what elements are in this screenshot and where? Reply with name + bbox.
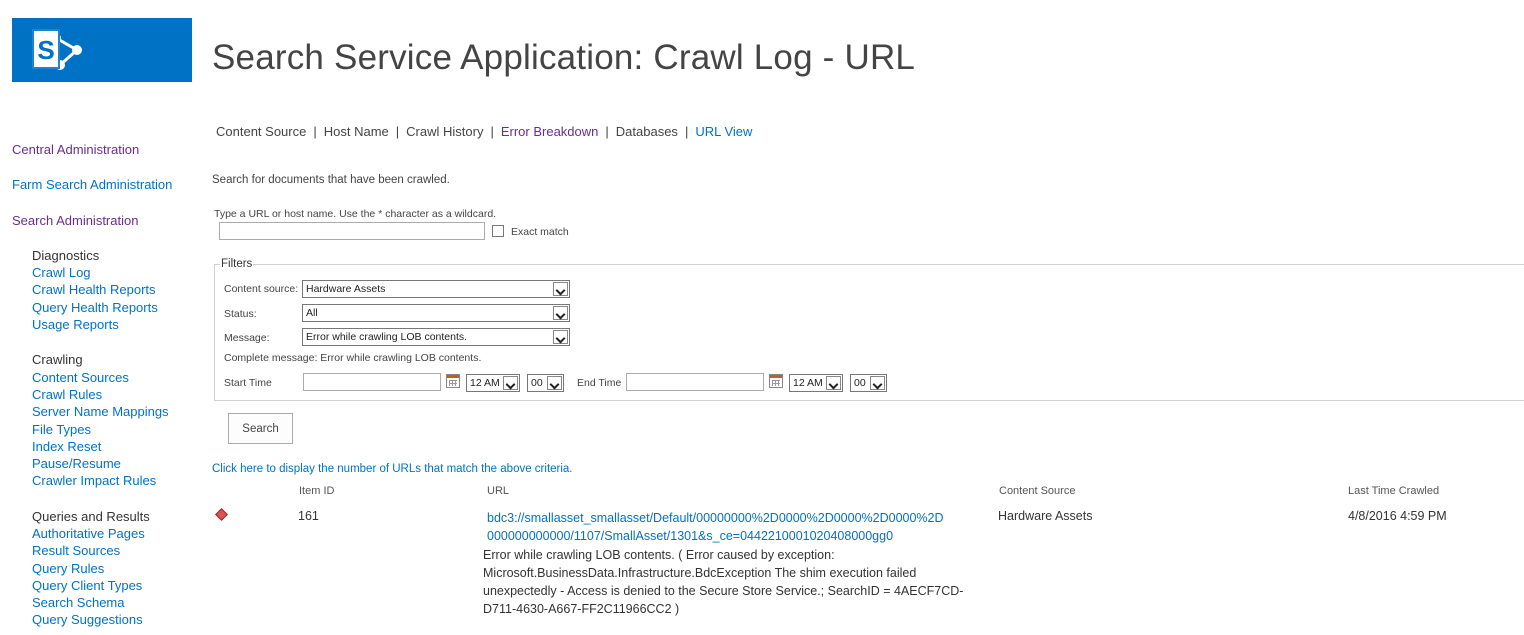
exact-match-checkbox[interactable] [492,225,504,237]
end-time-label: End Time [577,377,622,389]
column-header-last-time-crawled: Last Time Crawled [1348,485,1440,497]
start-minute-select[interactable]: 00 [527,374,564,392]
chevron-down-icon [547,376,562,390]
result-url-link[interactable]: bdc3://smallasset_smallasset/Default/000… [487,509,947,545]
sidebar-item-crawl-rules[interactable]: Crawl Rules [32,387,102,402]
end-hour-value: 12 AM [793,377,823,389]
filters-legend: Filters [220,258,254,270]
sidebar-item-query-rules[interactable]: Query Rules [32,561,104,576]
message-select[interactable]: Error while crawling LOB contents. [302,328,570,346]
sidebar-item-authoritative-pages[interactable]: Authoritative Pages [32,526,145,541]
sidebar-item-crawler-impact-rules[interactable]: Crawler Impact Rules [32,473,156,488]
crawl-log-view-nav: Content Source | Host Name | Crawl History | E… [216,124,752,139]
result-error-message: Error while crawling LOB contents. ( Err… [483,548,964,616]
url-hint: Type a URL or host name. Use the * chara… [214,208,497,220]
chevron-down-icon [553,306,568,320]
nav-url-view[interactable]: URL View [695,124,752,139]
message-label: Message: [224,332,270,344]
status-value: All [306,307,318,319]
sidebar-central-administration[interactable]: Central Administration [12,142,139,157]
sidebar-item-query-suggestions[interactable]: Query Suggestions [32,612,143,627]
exact-match-label: Exact match [511,226,569,238]
chevron-down-icon [870,376,885,390]
result-item-id: 161 [298,509,319,523]
search-button[interactable]: Search [228,413,293,444]
result-content-source: Hardware Assets [998,509,1093,523]
sidebar-item-server-name-mappings[interactable]: Server Name Mappings [32,404,169,419]
nav-separator: | [395,124,400,139]
chevron-down-icon [553,282,568,296]
result-last-crawled: 4/8/2016 4:59 PM [1348,509,1447,523]
nav-crawl-history[interactable]: Crawl History [406,124,483,139]
sidebar-farm-search-administration[interactable]: Farm Search Administration [12,177,172,192]
column-header-url: URL [487,485,510,497]
sidebar-item-usage-reports[interactable]: Usage Reports [32,317,119,332]
nav-separator: | [605,124,609,139]
start-time-label: Start Time [224,377,272,389]
complete-message: Complete message: Error while crawling L… [224,352,482,364]
nav-error-breakdown[interactable]: Error Breakdown [501,124,599,139]
sidebar-item-pause-resume[interactable]: Pause/Resume [32,456,121,471]
sidebar-item-index-reset[interactable]: Index Reset [32,439,101,454]
nav-content-source[interactable]: Content Source [216,124,306,139]
start-hour-select[interactable]: 12 AM [466,374,520,392]
calendar-icon[interactable] [769,374,783,388]
status-label: Status: [224,308,257,320]
sidebar-item-search-schema[interactable]: Search Schema [32,595,125,610]
error-status-icon [215,508,228,521]
nav-separator: | [684,124,689,139]
sidebar-group-queries-and-results: Queries and Results [32,509,150,524]
sidebar-item-content-sources[interactable]: Content Sources [32,370,129,385]
nav-host-name[interactable]: Host Name [324,124,389,139]
message-value: Error while crawling LOB contents. [306,331,468,343]
sidebar-item-result-sources[interactable]: Result Sources [32,543,120,558]
svg-text:S: S [37,35,54,65]
sidebar-item-crawl-log[interactable]: Crawl Log [32,265,91,280]
search-description: Search for documents that have been craw… [212,174,450,186]
page-title: Search Service Application: Crawl Log - … [212,38,916,77]
chevron-down-icon [553,330,568,344]
end-minute-value: 00 [854,377,866,389]
nav-databases[interactable]: Databases [616,124,678,139]
start-hour-value: 12 AM [470,377,500,389]
nav-separator: | [313,124,317,139]
chevron-down-icon [826,376,841,390]
calendar-icon[interactable] [446,374,460,388]
sidebar-group-crawling: Crawling [32,352,83,367]
start-minute-value: 00 [531,377,543,389]
url-search-input[interactable] [219,222,485,240]
end-minute-select[interactable]: 00 [850,374,887,392]
sharepoint-logo[interactable]: S [12,18,192,82]
sidebar-item-query-client-types[interactable]: Query Client Types [32,578,142,593]
content-source-label: Content source: [224,283,299,295]
status-select[interactable]: All [302,304,570,322]
nav-separator: | [490,124,494,139]
start-date-input[interactable] [303,373,441,391]
sidebar-item-file-types[interactable]: File Types [32,422,91,437]
chevron-down-icon [503,376,518,390]
sidebar-search-administration[interactable]: Search Administration [12,213,138,228]
column-header-content-source: Content Source [999,485,1076,497]
content-source-value: Hardware Assets [306,283,386,295]
sidebar-item-query-health-reports[interactable]: Query Health Reports [32,300,158,315]
sharepoint-icon: S [32,29,82,70]
display-count-link[interactable]: Click here to display the number of URLs… [212,463,573,475]
column-header-item-id: Item ID [299,485,335,497]
content-source-select[interactable]: Hardware Assets [302,280,570,298]
end-date-input[interactable] [626,373,764,391]
end-hour-select[interactable]: 12 AM [789,374,843,392]
sidebar-group-diagnostics: Diagnostics [32,248,100,263]
sidebar-item-crawl-health-reports[interactable]: Crawl Health Reports [32,282,156,297]
